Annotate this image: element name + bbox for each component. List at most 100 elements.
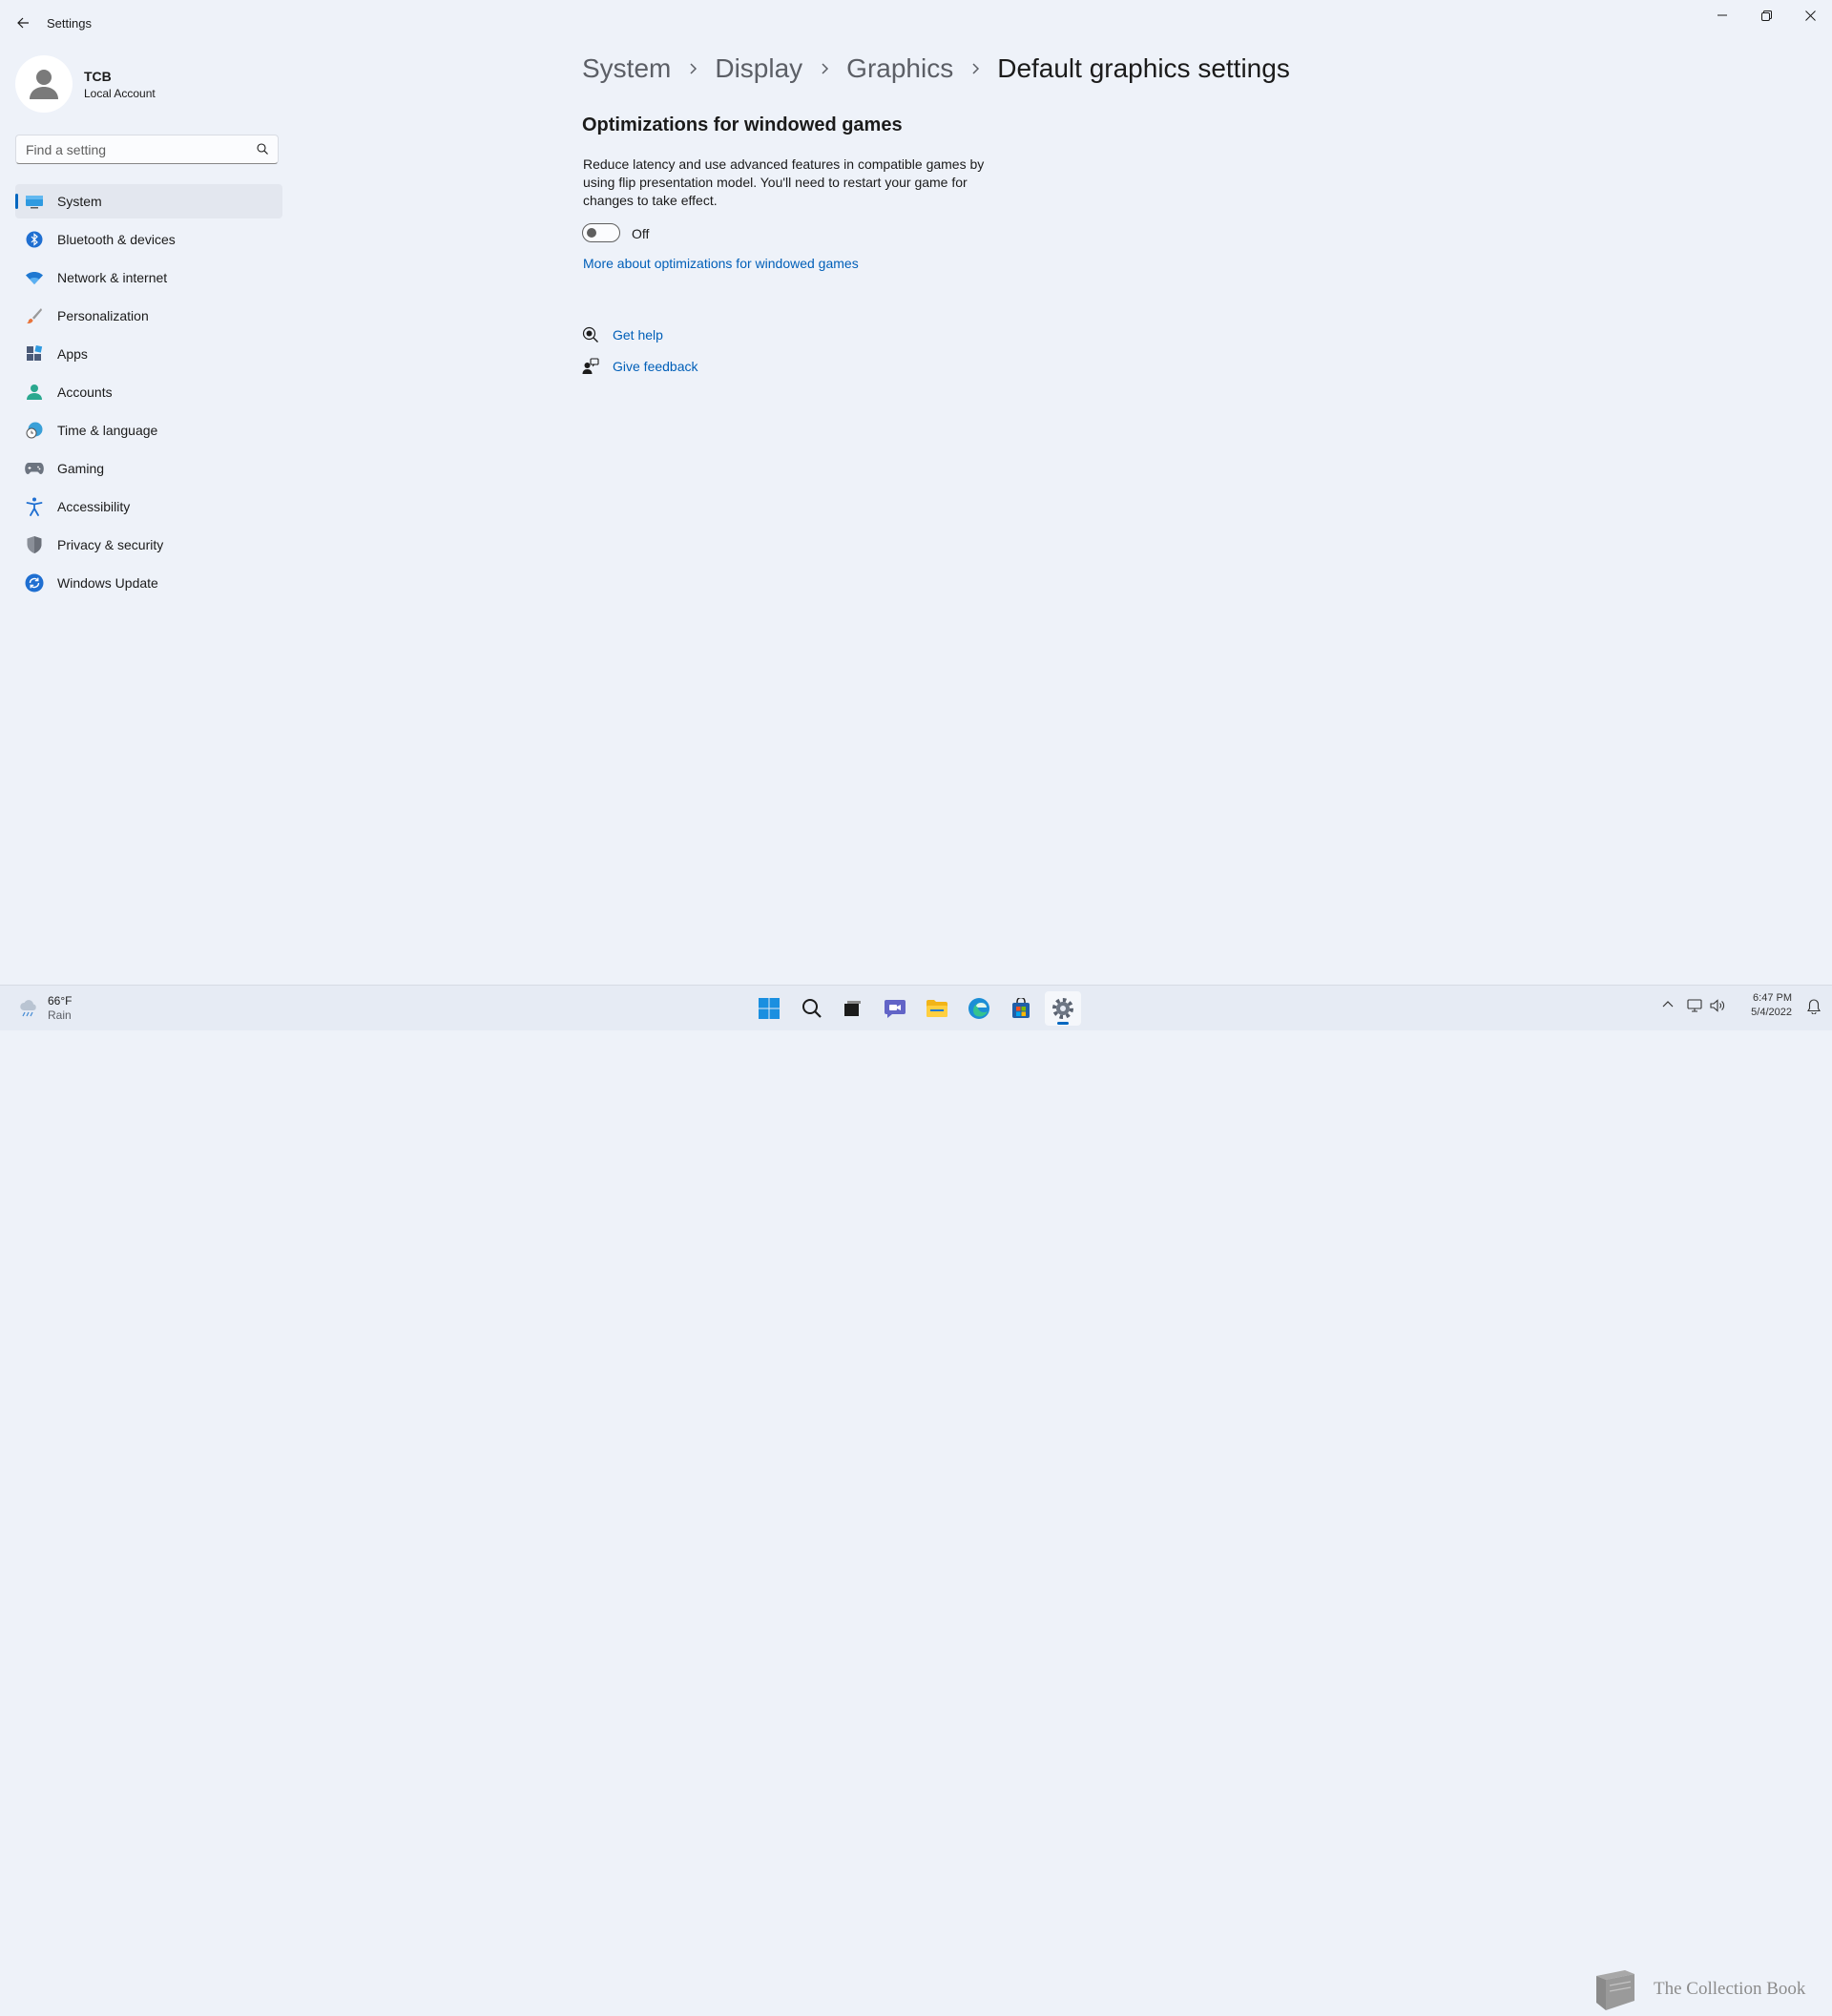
search-input[interactable] [26, 140, 245, 159]
sidebar-nav: System Bluetooth & devices Network & int… [15, 184, 282, 604]
sidebar-item-label: Accessibility [57, 499, 131, 514]
feedback-icon [582, 358, 599, 375]
search-icon [257, 143, 268, 155]
sidebar-item-label: Time & language [57, 423, 158, 438]
sidebar-item-label: System [57, 194, 102, 209]
start-button[interactable] [751, 991, 787, 1026]
clock-date: 5/4/2022 [1751, 1007, 1792, 1018]
volume-icon[interactable] [1710, 999, 1725, 1012]
breadcrumb-display[interactable]: Display [715, 53, 802, 84]
taskbar-search-button[interactable] [794, 991, 830, 1026]
watermark: The Collection Book [1589, 1963, 1805, 2016]
section-title: Optimizations for windowed games [582, 114, 903, 135]
close-icon [1804, 10, 1816, 21]
minimize-icon [1718, 14, 1727, 16]
edge-button[interactable] [961, 991, 997, 1026]
sidebar-item-label: Gaming [57, 461, 105, 476]
sidebar-item-gaming[interactable]: Gaming [15, 451, 282, 486]
chevron-right-icon [677, 62, 709, 75]
person-icon [25, 383, 44, 402]
avatar [15, 55, 73, 113]
breadcrumb: System Display Graphics Default graphics… [582, 53, 1290, 84]
update-icon [25, 573, 44, 592]
account-type: Local Account [84, 87, 156, 100]
person-avatar-icon [30, 70, 58, 99]
clock-time: 6:47 PM [1753, 992, 1792, 1004]
taskbar: 66°F Rain The Collection Book 6:47 PM 5/… [0, 985, 1832, 2010]
minimize-button[interactable] [1700, 0, 1744, 31]
breadcrumb-system[interactable]: System [582, 53, 671, 84]
back-arrow-icon [17, 17, 29, 29]
sidebar-item-accounts[interactable]: Accounts [15, 375, 282, 409]
sidebar-item-system[interactable]: System [15, 184, 282, 218]
sidebar-item-network[interactable]: Network & internet [15, 260, 282, 295]
weather-widget[interactable]: 66°F Rain [19, 993, 134, 1024]
close-button[interactable] [1788, 0, 1832, 31]
shield-icon [25, 535, 44, 554]
app-title: Settings [47, 16, 92, 31]
globe-clock-icon [25, 421, 44, 440]
store-button[interactable] [1003, 991, 1039, 1026]
chevron-right-icon [959, 62, 991, 75]
sidebar-item-label: Windows Update [57, 575, 158, 591]
sidebar-item-privacy[interactable]: Privacy & security [15, 528, 282, 562]
more-about-link[interactable]: More about optimizations for windowed ga… [583, 256, 859, 271]
weather-temperature: 66°F [48, 994, 73, 1008]
weather-condition: Rain [48, 1008, 72, 1022]
toggle-knob [587, 228, 596, 238]
windowed-games-toggle[interactable] [582, 223, 620, 242]
restore-button[interactable] [1744, 0, 1788, 31]
watermark-text: The Collection Book [1654, 1979, 1806, 1999]
sidebar-item-apps[interactable]: Apps [15, 337, 282, 371]
accessibility-icon [25, 497, 44, 516]
toggle-state-label: Off [632, 226, 650, 241]
notification-icon[interactable] [1807, 999, 1821, 1014]
settings-search-box[interactable] [15, 135, 279, 164]
breadcrumb-graphics[interactable]: Graphics [846, 53, 953, 84]
sidebar-item-accessibility[interactable]: Accessibility [15, 489, 282, 524]
back-button[interactable] [10, 11, 36, 34]
settings-taskbar-button[interactable] [1045, 991, 1081, 1026]
get-help-row[interactable]: Get help [582, 326, 663, 343]
brush-icon [25, 306, 44, 325]
file-explorer-button[interactable] [919, 991, 955, 1026]
give-feedback-row[interactable]: Give feedback [582, 358, 698, 375]
task-view-icon [844, 1001, 861, 1016]
sidebar-item-label: Bluetooth & devices [57, 232, 176, 247]
get-help-link[interactable]: Get help [613, 327, 663, 343]
sidebar-item-label: Privacy & security [57, 537, 164, 552]
give-feedback-link[interactable]: Give feedback [613, 359, 698, 374]
sidebar-item-label: Personalization [57, 308, 149, 323]
file-explorer-icon [926, 1000, 947, 1017]
sidebar-item-label: Network & internet [57, 270, 168, 285]
book-icon [1589, 1968, 1640, 2012]
network-tray-icon[interactable] [1687, 999, 1702, 1012]
sidebar-item-label: Apps [57, 346, 88, 362]
chevron-up-icon[interactable] [1662, 999, 1674, 1008]
store-icon [1012, 998, 1030, 1018]
page-title: Default graphics settings [997, 53, 1290, 83]
sidebar-item-time-language[interactable]: Time & language [15, 413, 282, 447]
help-icon [582, 326, 599, 343]
start-icon [759, 998, 780, 1019]
sidebar-item-bluetooth[interactable]: Bluetooth & devices [15, 222, 282, 257]
title-bar: Settings [0, 0, 1832, 46]
user-profile[interactable]: TCB Local Account [15, 53, 282, 114]
search-icon [802, 999, 822, 1018]
apps-icon [25, 344, 44, 364]
task-view-button[interactable] [834, 991, 870, 1026]
restore-icon [1760, 10, 1772, 21]
clock[interactable]: 6:47 PM 5/4/2022 [1751, 991, 1792, 1020]
wifi-icon [25, 268, 44, 287]
sidebar-item-windows-update[interactable]: Windows Update [15, 566, 282, 600]
chat-icon [885, 1000, 906, 1018]
bluetooth-icon [25, 230, 44, 249]
settings-icon [1052, 998, 1073, 1019]
edge-icon [968, 998, 989, 1019]
chat-button[interactable] [877, 991, 913, 1026]
rain-cloud-icon [19, 999, 40, 1018]
sidebar-item-label: Accounts [57, 384, 113, 400]
sidebar-item-personalization[interactable]: Personalization [15, 299, 282, 333]
active-app-indicator [1057, 1022, 1069, 1025]
gamepad-icon [25, 459, 44, 478]
